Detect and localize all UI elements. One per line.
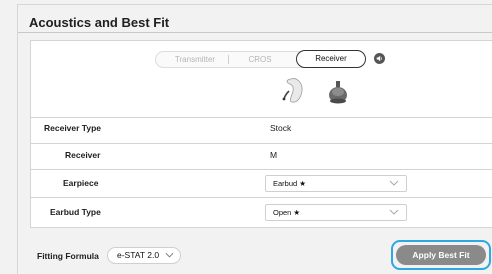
mode-selector: Transmitter CROS Receiver xyxy=(155,50,366,68)
mode-option-cros[interactable]: CROS xyxy=(232,52,288,67)
mode-option-receiver[interactable]: Receiver xyxy=(296,50,366,68)
row-divider xyxy=(31,117,492,118)
earpiece-select-value: Earbud ★ xyxy=(273,179,306,188)
receiver-type-value: Stock xyxy=(270,123,292,133)
earpiece-select[interactable]: Earbud ★ xyxy=(265,175,407,192)
chevron-down-icon xyxy=(389,209,399,215)
apply-best-fit-button[interactable]: Apply Best Fit xyxy=(396,245,486,265)
earpiece-label: Earpiece xyxy=(63,178,99,188)
receiver-label: Receiver xyxy=(65,150,101,160)
receiver-value: M xyxy=(270,150,278,160)
acoustics-card xyxy=(30,40,492,228)
row-divider xyxy=(31,169,492,170)
earbud-type-select-value: Open ★ xyxy=(273,208,301,217)
fitting-formula-value: e-STAT 2.0 xyxy=(117,250,160,260)
receiver-type-label: Receiver Type xyxy=(44,123,102,133)
mode-divider xyxy=(228,55,229,64)
chevron-down-icon xyxy=(389,180,399,186)
chevron-down-icon xyxy=(165,252,174,258)
earbud-dome-icon xyxy=(326,79,350,105)
earbud-type-select[interactable]: Open ★ xyxy=(265,204,407,221)
apply-best-fit-focus-ring: Apply Best Fit xyxy=(391,240,491,270)
speaker-icon[interactable] xyxy=(374,53,385,64)
fitting-formula-label: Fitting Formula xyxy=(37,251,99,261)
section-title: Acoustics and Best Fit xyxy=(29,15,170,30)
row-divider xyxy=(31,197,492,198)
row-divider xyxy=(31,143,492,144)
fitting-formula-select[interactable]: e-STAT 2.0 xyxy=(107,247,181,264)
title-divider xyxy=(18,32,492,33)
earbud-type-label: Earbud Type xyxy=(50,207,101,217)
hearing-aid-device-icon xyxy=(282,77,306,105)
mode-option-transmitter[interactable]: Transmitter xyxy=(164,52,226,67)
